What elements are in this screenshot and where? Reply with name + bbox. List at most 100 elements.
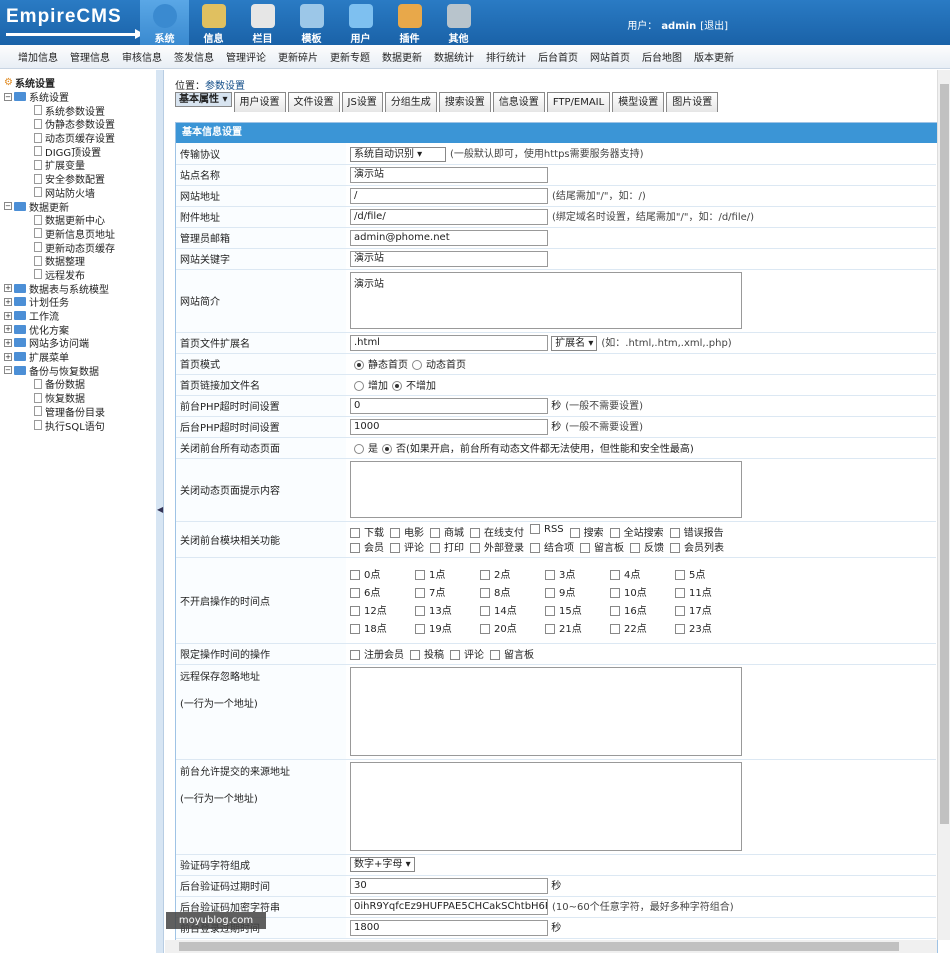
checkbox[interactable] [350,650,360,660]
sidebar-item[interactable]: 数据更新中心 [4,213,115,227]
sidebar-item[interactable]: 扩展变量 [4,158,115,172]
checkbox-item[interactable]: 19点 [415,620,474,635]
sidebar-item[interactable]: + 优化方案 [4,322,115,337]
keywords-input[interactable]: 演示站 [350,250,548,267]
sidebar-collapse-bar[interactable]: ◀ [156,70,164,953]
tab-4[interactable]: 分组生成 [384,92,437,112]
checkbox[interactable] [470,528,480,538]
checkbox-item[interactable]: 14点 [480,602,539,617]
nav-item-3[interactable]: 模板 [287,0,336,45]
checkbox-item[interactable]: 4点 [610,566,669,581]
sidebar-item[interactable]: 备份数据 [4,377,115,391]
menu-item[interactable]: 签发信息 [174,49,214,64]
sidebar-item[interactable]: DIGG顶设置 [4,144,115,159]
expand-icon[interactable]: + [4,297,12,306]
sidebar-item[interactable]: + 扩展菜单 [4,350,115,364]
checkbox[interactable] [580,543,590,553]
siteurl-input[interactable]: / [350,188,548,204]
checkbox-item[interactable]: 13点 [415,602,474,617]
mode-static-radio[interactable] [354,360,364,370]
sidebar-item[interactable]: 执行SQL语句 [4,418,115,433]
tab-2[interactable]: 文件设置 [287,92,340,112]
remote-textarea[interactable] [350,667,742,756]
checkbox[interactable] [415,605,425,616]
sidebar-item[interactable]: 管理备份目录 [4,405,115,419]
checkbox-item[interactable]: 全站搜索 [609,524,664,539]
vertical-scrollbar[interactable] [937,70,950,940]
source-textarea[interactable] [350,762,742,851]
checkbox-item[interactable]: 2点 [480,566,539,581]
backtimeout-input[interactable]: 1000 [350,419,548,435]
expand-icon[interactable]: + [4,352,12,361]
checkbox-item[interactable]: 6点 [350,584,409,599]
checkbox[interactable] [545,623,555,634]
sidebar-item[interactable]: + 数据表与系统模型 [4,281,115,296]
checkbox-item[interactable]: 16点 [610,602,669,617]
checkbox[interactable] [610,605,620,616]
checkbox-item[interactable]: 5点 [675,566,734,581]
sidebar-item[interactable]: + 工作流 [4,309,115,323]
closedyn-no-radio[interactable] [382,444,392,454]
checkbox[interactable] [350,543,360,553]
sidebar-item[interactable]: 网站防火墙 [4,186,115,200]
menu-item[interactable]: 管理评论 [226,49,266,64]
tab-1[interactable]: 用户设置 [233,92,286,112]
addext-yes-radio[interactable] [354,381,364,391]
checkbox[interactable] [415,569,425,580]
checkbox[interactable] [675,587,685,598]
nav-item-4[interactable]: 用户 [336,0,385,45]
checkbox-item[interactable]: 商城 [430,524,464,539]
menu-item[interactable]: 版本更新 [694,49,734,64]
checkbox-item[interactable]: 7点 [415,584,474,599]
sidebar-item[interactable]: 动态页缓存设置 [4,131,115,145]
sidebar-item[interactable]: + 网站多访问端 [4,336,115,350]
checkbox[interactable] [675,605,685,616]
menu-item[interactable]: 数据统计 [434,49,474,64]
fronttimeout-input[interactable]: 0 [350,398,548,414]
ext-select[interactable]: 扩展名 [551,335,598,351]
checkbox-item[interactable]: 搜索 [569,524,604,539]
checkbox-item[interactable]: 0点 [350,566,409,581]
checkbox[interactable] [470,543,480,553]
menu-item[interactable]: 审核信息 [122,49,162,64]
sidebar-item[interactable]: − 备份与恢复数据 [4,363,115,378]
checkbox-item[interactable]: 1点 [415,566,474,581]
checkbox-item[interactable]: 会员列表 [670,539,724,554]
sidebar-item[interactable]: 伪静态参数设置 [4,117,115,131]
tab-9[interactable]: 图片设置 [666,92,719,112]
checkbox-item[interactable]: 投稿 [410,646,444,661]
checkbox-item[interactable]: 15点 [545,602,604,617]
checkbox[interactable] [350,587,360,598]
checkbox[interactable] [410,650,420,660]
sidebar-item[interactable]: 系统参数设置 [4,103,115,118]
checkbox-item[interactable]: 打印 [430,539,464,554]
checkbox[interactable] [610,587,620,598]
sidebar-item[interactable]: − 数据更新 [4,199,115,214]
sidebar-item[interactable]: + 计划任务 [4,295,115,309]
checkbox[interactable] [675,569,685,580]
logout-link[interactable]: [退出] [700,21,728,32]
expand-icon[interactable]: + [4,325,12,334]
menu-item[interactable]: 更新专题 [330,49,370,64]
checkbox[interactable] [530,524,540,534]
checkbox-item[interactable]: 21点 [545,620,604,635]
checkbox-item[interactable]: 结合项 [530,539,574,554]
checkbox[interactable] [480,605,490,616]
menu-item[interactable]: 数据更新 [382,49,422,64]
collapse-icon[interactable]: − [4,202,12,211]
checkbox[interactable] [630,543,640,553]
collapse-icon[interactable]: − [4,366,12,375]
expand-icon[interactable]: + [4,311,12,320]
checkbox[interactable] [390,543,400,553]
menu-item[interactable]: 管理信息 [70,49,110,64]
checkbox[interactable] [390,528,400,538]
checkbox-item[interactable]: 23点 [675,620,734,635]
addext-no-radio[interactable] [392,381,402,391]
mode-dynamic-radio[interactable] [412,360,422,370]
sidebar-item[interactable]: 更新动态页缓存 [4,240,115,255]
email-input[interactable]: admin@phome.net [350,229,548,246]
checkbox-item[interactable]: 3点 [545,566,604,581]
menu-item[interactable]: 后台地图 [642,49,682,64]
checkbox-item[interactable]: 注册会员 [350,646,404,661]
ext-input[interactable]: .html [350,335,548,351]
